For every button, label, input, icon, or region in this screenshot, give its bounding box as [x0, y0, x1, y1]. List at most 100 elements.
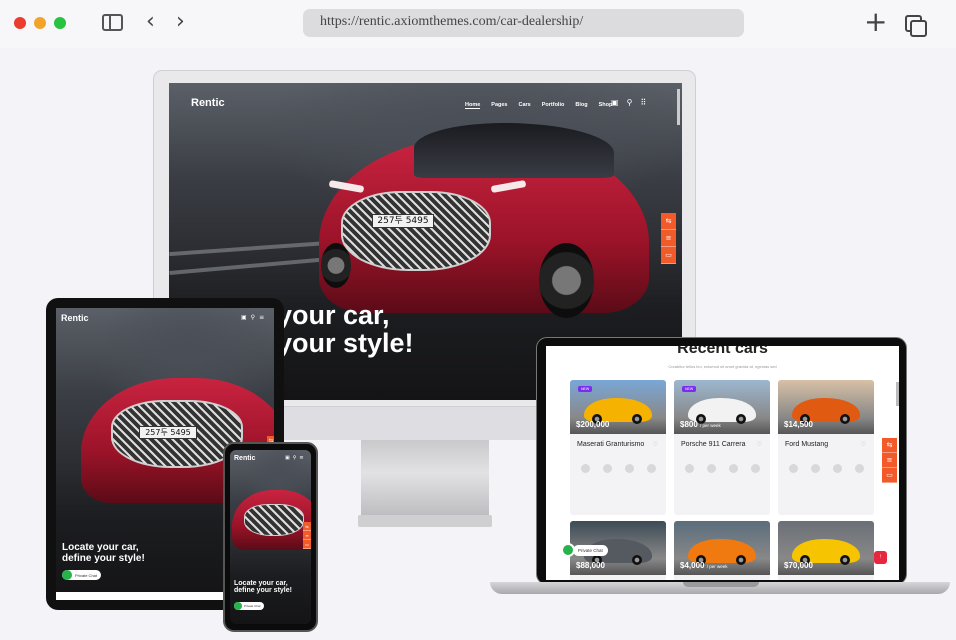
menu-grid-icon[interactable]: ⠿: [640, 98, 646, 107]
cart-icon[interactable]: ▣: [241, 314, 247, 321]
door-icon: [728, 464, 738, 473]
fuel-icon: [706, 464, 716, 473]
car-photo[interactable]: NEW $200,000: [570, 380, 666, 434]
scrollbar[interactable]: [677, 89, 680, 125]
car-photo[interactable]: NEW $800 / per week: [674, 380, 770, 434]
maximize-window-button[interactable]: [54, 17, 66, 29]
private-chat-button[interactable]: Private Chat: [234, 602, 264, 610]
forward-icon[interactable]: ›: [176, 9, 185, 34]
favorite-icon[interactable]: ♡: [653, 441, 658, 448]
nav-home[interactable]: Home: [465, 102, 481, 109]
url-text: https://rentic.axiomthemes.com/car-deale…: [320, 14, 584, 29]
car-price: $800 / per week: [680, 420, 721, 429]
car-photo[interactable]: $4,000 / per week: [674, 521, 770, 575]
spec-doors: [619, 461, 639, 491]
car-name[interactable]: Porsche 911 Carrera: [681, 441, 745, 448]
new-tab-icon[interactable]: +: [864, 8, 887, 36]
tabs-overview-icon[interactable]: [905, 15, 927, 37]
site-logo[interactable]: Rentic: [61, 313, 89, 323]
license-plate: 257두 5495: [372, 214, 434, 228]
headline-line-2: define your style!: [62, 552, 145, 564]
phone-device: Rentic ▣ ⚲ ≡ ⇆ ≡ ▭ Locate your car, defi…: [223, 442, 318, 632]
address-bar[interactable]: https://rentic.axiomthemes.com/car-deale…: [303, 9, 744, 37]
headline-line-1: Locate your car,: [234, 580, 288, 587]
seat-icon: [750, 464, 760, 473]
screen-icon[interactable]: ▭: [882, 468, 897, 483]
main-nav: Home Pages Cars Portfolio Blog Shop: [465, 102, 612, 109]
car-card[interactable]: NEW $200,000 Maserati Granturismo ♡: [570, 380, 666, 515]
car-specs: [575, 461, 661, 491]
car-price: $200,000: [576, 420, 609, 429]
compare-icon[interactable]: ⇆: [303, 522, 311, 531]
nav-cars[interactable]: Cars: [519, 102, 531, 109]
compare-icon[interactable]: ⇆: [661, 213, 676, 230]
speed-icon: [788, 464, 798, 473]
search-icon[interactable]: ⚲: [251, 314, 255, 321]
private-chat-button[interactable]: Private Chat: [561, 543, 608, 557]
seat-icon: [646, 464, 656, 473]
site-logo[interactable]: Rentic: [234, 455, 255, 462]
favorite-icon[interactable]: ♡: [757, 441, 762, 448]
screen-icon[interactable]: ▭: [661, 247, 676, 264]
headline-line-2: define your style!: [234, 587, 292, 595]
sidebar-icon[interactable]: [102, 14, 123, 31]
car-wheel: [840, 414, 850, 424]
car-wheel: [840, 555, 850, 565]
spec-doors: [723, 461, 743, 491]
door-icon: [832, 464, 842, 473]
car-card[interactable]: $14,500 Ford Mustang ♡: [778, 380, 874, 515]
menu-icon[interactable]: ≡: [259, 314, 264, 321]
nav-blog[interactable]: Blog: [575, 102, 587, 109]
car-wheel: [321, 243, 351, 288]
spec-doors: [827, 461, 847, 491]
screen-icon[interactable]: ▭: [303, 540, 311, 549]
spec-seats: [641, 461, 661, 491]
speed-icon: [580, 464, 590, 473]
search-icon[interactable]: ⚲: [293, 455, 297, 461]
private-chat-button[interactable]: Private Chat: [62, 570, 102, 580]
car-photo[interactable]: $14,500: [778, 380, 874, 434]
chat-label: Private Chat: [75, 572, 98, 578]
spec-mileage: [679, 461, 699, 491]
spec-mileage: [575, 461, 595, 491]
layers-icon[interactable]: ≡: [661, 230, 676, 247]
compare-icon[interactable]: ⇆: [882, 438, 897, 453]
car-specs: [783, 461, 869, 491]
car-card[interactable]: NEW $800 / per week Porsche 911 Carrera ♡: [674, 380, 770, 515]
menu-icon[interactable]: ≡: [299, 455, 303, 461]
price-value: $800: [680, 420, 698, 429]
new-badge: NEW: [578, 386, 593, 392]
fuel-icon: [602, 464, 612, 473]
seat-icon: [854, 464, 864, 473]
scroll-to-top-button[interactable]: ↑: [874, 551, 887, 564]
laptop-device: Recent cars Curabitur tellus leo, euismo…: [536, 337, 907, 585]
car-card[interactable]: $4,000 / per week: [674, 521, 770, 580]
phone-screen: Rentic ▣ ⚲ ≡ ⇆ ≡ ▭ Locate your car, defi…: [230, 450, 311, 624]
nav-pages[interactable]: Pages: [491, 102, 507, 109]
monitor-stand-base: [358, 515, 492, 527]
site-logo[interactable]: Rentic: [191, 97, 225, 109]
cart-icon[interactable]: ▣: [611, 98, 619, 107]
spec-fuel: [805, 461, 825, 491]
minimize-window-button[interactable]: [34, 17, 46, 29]
price-value: $200,000: [576, 420, 610, 429]
scrollbar[interactable]: [896, 382, 899, 406]
car-grille: [341, 191, 491, 271]
close-window-button[interactable]: [14, 17, 26, 29]
search-icon[interactable]: ⚲: [627, 98, 633, 107]
car-name[interactable]: Ford Mustang: [785, 441, 828, 448]
layers-icon[interactable]: ≡: [303, 531, 311, 540]
nav-portfolio[interactable]: Portfolio: [542, 102, 565, 109]
cart-icon[interactable]: ▣: [285, 455, 290, 461]
layers-icon[interactable]: ≡: [882, 453, 897, 468]
price-period: / per week: [700, 423, 721, 428]
favorite-icon[interactable]: ♡: [861, 441, 866, 448]
car-wheel: [632, 414, 642, 424]
door-icon: [624, 464, 634, 473]
car-card[interactable]: $70,000: [778, 521, 874, 580]
back-icon[interactable]: ‹: [146, 9, 155, 34]
price-value: $70,000: [784, 561, 813, 570]
car-name[interactable]: Maserati Granturismo: [577, 441, 644, 448]
header-icons: ▣ ⚲ ≡: [285, 455, 304, 461]
car-photo[interactable]: $70,000: [778, 521, 874, 575]
